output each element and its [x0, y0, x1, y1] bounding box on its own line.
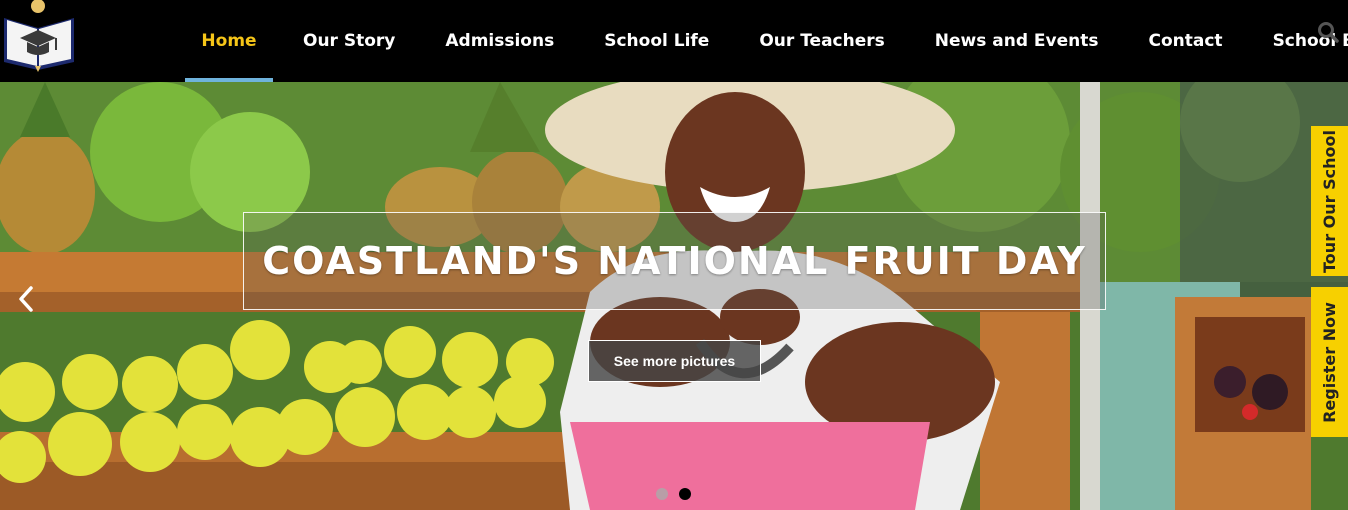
nav-news-and-events[interactable]: News and Events: [935, 0, 1099, 82]
tour-our-school-label: Tour Our School: [1320, 129, 1340, 273]
nav-our-story[interactable]: Our Story: [303, 0, 395, 82]
register-now-label: Register Now: [1320, 301, 1340, 423]
nav-our-story-label: Our Story: [303, 31, 396, 51]
nav-news-and-events-label: News and Events: [934, 31, 1099, 51]
register-now-tab[interactable]: Register Now: [1311, 287, 1348, 437]
slider-dot-2[interactable]: [679, 488, 691, 500]
tour-our-school-tab[interactable]: Tour Our School: [1311, 126, 1348, 276]
nav-school-life-label: School Life: [604, 31, 710, 51]
search-icon[interactable]: [1316, 20, 1340, 44]
nav-admissions[interactable]: Admissions: [445, 0, 554, 82]
see-more-pictures-label: See more pictures: [613, 353, 736, 369]
see-more-pictures-button[interactable]: See more pictures: [588, 340, 761, 382]
nav-contact-label: Contact: [1148, 31, 1223, 51]
main-nav: Home Our Story Admissions School Life Ou…: [185, 0, 1348, 82]
nav-our-teachers-label: Our Teachers: [759, 31, 885, 51]
nav-our-teachers[interactable]: Our Teachers: [759, 0, 884, 82]
slider-dot-1[interactable]: [656, 488, 668, 500]
nav-home[interactable]: Home: [185, 0, 273, 82]
chevron-left-icon[interactable]: [14, 284, 38, 314]
hero-title-box: COASTLAND'S NATIONAL FRUIT DAY: [243, 212, 1106, 310]
nav-school-life[interactable]: School Life: [604, 0, 709, 82]
school-logo[interactable]: [0, 0, 78, 72]
slider-pagination: [656, 488, 691, 500]
hero-title: COASTLAND'S NATIONAL FRUIT DAY: [262, 239, 1087, 283]
site-header: Home Our Story Admissions School Life Ou…: [0, 0, 1348, 82]
nav-admissions-label: Admissions: [445, 31, 555, 51]
hero-slider: COASTLAND'S NATIONAL FRUIT DAY See more …: [0, 82, 1348, 510]
nav-contact[interactable]: Contact: [1149, 0, 1223, 82]
nav-home-label: Home: [201, 31, 257, 51]
